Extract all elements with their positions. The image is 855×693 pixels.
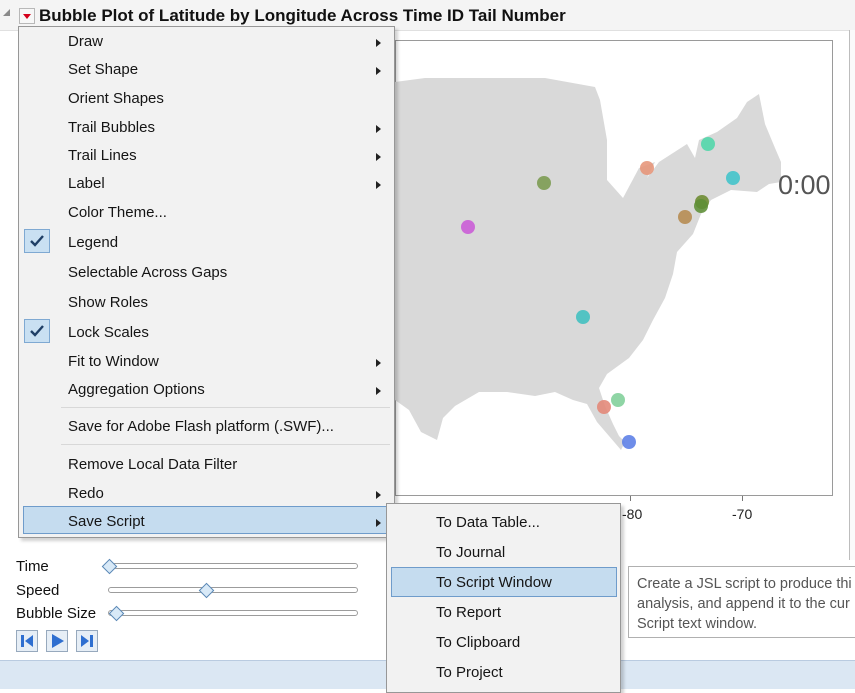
bubble[interactable] bbox=[622, 435, 636, 449]
x-tick-label: -80 bbox=[622, 506, 643, 522]
submenu-item-to-script-window[interactable]: To Script Window bbox=[387, 574, 620, 596]
bubble[interactable] bbox=[537, 176, 551, 190]
tooltip-line: Create a JSL script to produce thi bbox=[637, 576, 852, 592]
menu-item-selectable-across-gaps[interactable]: Selectable Across Gaps bbox=[19, 264, 394, 286]
bubble-size-slider-label: Bubble Size bbox=[16, 605, 97, 622]
report-title: Bubble Plot of Latitude by Longitude Acr… bbox=[39, 6, 566, 25]
bubble[interactable] bbox=[640, 161, 654, 175]
bubble-map-plot[interactable] bbox=[395, 40, 833, 496]
submenu-arrow-icon bbox=[376, 491, 381, 499]
submenu-item-to-report[interactable]: To Report bbox=[387, 604, 620, 626]
menu-item-legend[interactable]: Legend bbox=[19, 234, 394, 256]
step-back-button[interactable] bbox=[16, 630, 38, 652]
bubble[interactable] bbox=[701, 137, 715, 151]
menu-item-tooltip: Create a JSL script to produce thi analy… bbox=[628, 566, 855, 638]
submenu-item-to-clipboard[interactable]: To Clipboard bbox=[387, 634, 620, 656]
submenu-arrow-icon bbox=[376, 519, 381, 527]
menu-item-remove-local-data-filter[interactable]: Remove Local Data Filter bbox=[19, 456, 394, 478]
us-map-shape bbox=[395, 78, 781, 450]
speed-slider-thumb[interactable] bbox=[198, 582, 215, 599]
submenu-arrow-icon bbox=[376, 387, 381, 395]
speed-slider[interactable] bbox=[108, 587, 358, 593]
submenu-item-to-project[interactable]: To Project bbox=[387, 664, 620, 686]
x-tick-label: -70 bbox=[732, 506, 753, 522]
bubble[interactable] bbox=[611, 393, 625, 407]
menu-separator bbox=[61, 407, 390, 408]
submenu-arrow-icon bbox=[376, 359, 381, 367]
submenu-arrow-icon bbox=[376, 67, 381, 75]
menu-item-set-shape[interactable]: Set Shape bbox=[19, 61, 394, 83]
bubble[interactable] bbox=[576, 310, 590, 324]
disclosure-triangle-icon[interactable] bbox=[3, 9, 10, 16]
menu-item-orient-shapes[interactable]: Orient Shapes bbox=[19, 90, 394, 112]
time-display: 0:00 bbox=[778, 170, 831, 200]
menu-item-draw[interactable]: Draw bbox=[19, 33, 394, 55]
tooltip-line: Script text window. bbox=[637, 616, 758, 632]
time-slider-label: Time bbox=[16, 558, 49, 575]
menu-item-redo[interactable]: Redo bbox=[19, 485, 394, 507]
menu-item-save-for-adobe-flash[interactable]: Save for Adobe Flash platform (.SWF)... bbox=[19, 418, 394, 440]
step-forward-button[interactable] bbox=[76, 630, 98, 652]
menu-separator bbox=[61, 444, 390, 445]
menu-item-fit-to-window[interactable]: Fit to Window bbox=[19, 353, 394, 375]
bubble-size-slider[interactable] bbox=[108, 610, 358, 616]
bubble[interactable] bbox=[461, 220, 475, 234]
tooltip-line: analysis, and append it to the cur bbox=[637, 596, 850, 612]
legend-panel-edge bbox=[849, 30, 855, 560]
time-slider-thumb[interactable] bbox=[101, 558, 118, 575]
red-triangle-icon bbox=[23, 14, 31, 19]
submenu-arrow-icon bbox=[376, 181, 381, 189]
menu-item-color-theme[interactable]: Color Theme... bbox=[19, 204, 394, 226]
submenu-arrow-icon bbox=[376, 125, 381, 133]
x-tick-mark bbox=[630, 496, 631, 501]
play-icon bbox=[52, 634, 64, 648]
step-forward-icon bbox=[81, 635, 93, 647]
bubble[interactable] bbox=[694, 199, 708, 213]
bubble[interactable] bbox=[678, 210, 692, 224]
step-back-icon bbox=[21, 635, 33, 647]
menu-item-trail-bubbles[interactable]: Trail Bubbles bbox=[19, 119, 394, 141]
submenu-item-to-journal[interactable]: To Journal bbox=[387, 544, 620, 566]
submenu-arrow-icon bbox=[376, 153, 381, 161]
menu-item-lock-scales[interactable]: Lock Scales bbox=[19, 324, 394, 346]
x-tick-mark bbox=[742, 496, 743, 501]
bubble-size-slider-thumb[interactable] bbox=[108, 605, 125, 622]
submenu-arrow-icon bbox=[376, 39, 381, 47]
menu-item-show-roles[interactable]: Show Roles bbox=[19, 294, 394, 316]
bubble[interactable] bbox=[597, 400, 611, 414]
save-script-submenu: To Data Table... To Journal To Script Wi… bbox=[386, 503, 621, 693]
time-slider[interactable] bbox=[108, 563, 358, 569]
menu-item-save-script[interactable]: Save Script bbox=[19, 513, 394, 535]
red-triangle-popup-menu: Draw Set Shape Orient Shapes Trail Bubbl… bbox=[18, 26, 395, 538]
menu-item-trail-lines[interactable]: Trail Lines bbox=[19, 147, 394, 169]
bubble[interactable] bbox=[726, 171, 740, 185]
menu-item-label[interactable]: Label bbox=[19, 175, 394, 197]
play-button[interactable] bbox=[46, 630, 68, 652]
menu-item-aggregation-options[interactable]: Aggregation Options bbox=[19, 381, 394, 403]
speed-slider-label: Speed bbox=[16, 582, 60, 599]
red-triangle-menu-button[interactable] bbox=[19, 8, 35, 24]
submenu-item-to-data-table[interactable]: To Data Table... bbox=[387, 514, 620, 536]
